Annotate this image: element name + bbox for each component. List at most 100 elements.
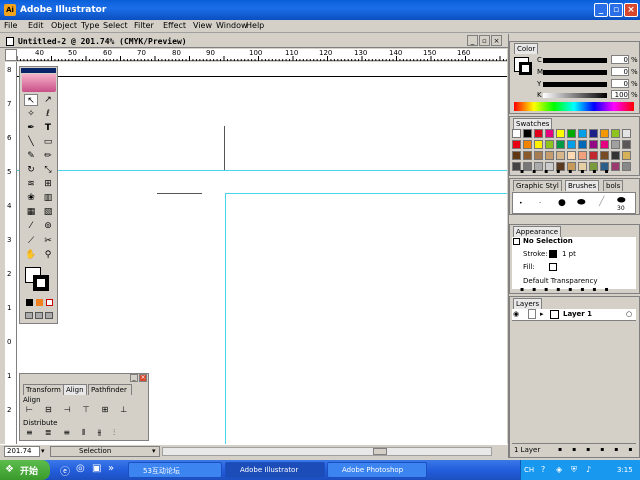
swatch[interactable]	[567, 151, 576, 160]
swatch[interactable]	[589, 151, 598, 160]
menu-window[interactable]: Window	[216, 21, 248, 30]
distribute-buttons-row[interactable]: ≡≣≡⫴⫵⫶	[26, 428, 144, 438]
layers-panel-buttons[interactable]: ▪▪▪▪▪▪	[558, 446, 640, 453]
rotate-tool-icon[interactable]: ↻	[24, 164, 38, 176]
zoom-dropdown-icon[interactable]: ▾	[41, 447, 45, 455]
swatch[interactable]	[534, 140, 543, 149]
swatch[interactable]	[556, 129, 565, 138]
status-dropdown-icon[interactable]: ▾	[152, 447, 156, 455]
tab-swatches[interactable]: Swatches	[513, 118, 553, 129]
horizontal-guide[interactable]	[17, 170, 507, 171]
selection-tool-icon[interactable]: ↖	[24, 94, 38, 106]
brush-stroke-icon[interactable]: ╱	[599, 197, 604, 207]
scissors-tool-icon[interactable]: ✂	[41, 235, 55, 247]
tray-security-icon[interactable]: ⛨	[571, 465, 577, 475]
tab-pathfinder[interactable]: Pathfinder	[88, 384, 132, 395]
taskbar-button-illustrator[interactable]: Adobe Illustrator	[225, 462, 325, 478]
pencil-tool-icon[interactable]: ✏	[41, 150, 55, 162]
layer-name[interactable]: Layer 1	[563, 310, 592, 318]
swatch[interactable]	[534, 151, 543, 160]
swatch[interactable]	[600, 129, 609, 138]
warp-tool-icon[interactable]: ≋	[24, 178, 38, 190]
mesh-tool-icon[interactable]: ▦	[24, 206, 38, 218]
gradient-mode-button[interactable]	[36, 299, 43, 306]
appearance-panel-buttons[interactable]: ▪▪▪▪▪▪▪▪	[520, 286, 630, 293]
appearance-list[interactable]: No Selection Stroke: 1 pt Fill: Default …	[512, 237, 636, 289]
tools-panel-grip[interactable]	[21, 68, 56, 73]
horizontal-scrollbar[interactable]	[162, 447, 492, 456]
swatch[interactable]	[556, 151, 565, 160]
symbol-sprayer-tool-icon[interactable]: ❀	[24, 192, 38, 204]
swatch[interactable]	[523, 129, 532, 138]
swatch[interactable]	[622, 151, 631, 160]
direct-selection-tool-icon[interactable]: ↗	[41, 94, 55, 106]
align-panel-close-button[interactable]: ×	[139, 374, 147, 382]
swatch[interactable]	[512, 151, 521, 160]
swatch[interactable]	[523, 140, 532, 149]
channel-c-slider[interactable]	[543, 58, 607, 63]
screen-mode-full-menu-button[interactable]	[35, 312, 43, 319]
color-mode-button[interactable]	[26, 299, 33, 306]
menu-view[interactable]: View	[193, 21, 212, 30]
channel-m-value[interactable]: 0	[611, 67, 629, 76]
zoom-tool-icon[interactable]: ⚲	[41, 249, 55, 261]
swatch[interactable]	[567, 129, 576, 138]
tab-graphic-styles[interactable]: Graphic Styl	[513, 180, 562, 191]
channel-y-slider[interactable]	[543, 82, 607, 87]
color-stroke-swatch[interactable]	[519, 62, 532, 75]
swatch[interactable]	[567, 140, 576, 149]
doc-close-button[interactable]: ×	[491, 35, 502, 46]
tray-help-icon[interactable]: ?	[541, 465, 545, 474]
menu-effect[interactable]: Effect	[163, 21, 186, 30]
tab-color[interactable]: Color	[514, 43, 539, 54]
paintbrush-tool-icon[interactable]: ✎	[24, 150, 38, 162]
screen-mode-full-button[interactable]	[45, 312, 53, 319]
channel-k-slider[interactable]	[543, 93, 607, 98]
eyedropper-tool-icon[interactable]: ⁄	[24, 220, 38, 232]
horizontal-scroll-thumb[interactable]	[373, 448, 387, 455]
ruler-origin[interactable]	[5, 49, 17, 61]
ime-indicator[interactable]: CH	[524, 466, 534, 474]
tray-volume-icon[interactable]: ♪	[586, 465, 591, 474]
channel-y-value[interactable]: 0	[611, 79, 629, 88]
swatch[interactable]	[611, 129, 620, 138]
appearance-fill-swatch[interactable]	[549, 263, 557, 271]
brush-list[interactable]: • · ● ⬬ ╱ ⬬ 30	[512, 192, 636, 214]
tab-transform[interactable]: Transform	[23, 384, 64, 395]
graph-tool-icon[interactable]: ▥	[41, 192, 55, 204]
gradient-tool-icon[interactable]: ▧	[41, 206, 55, 218]
quicklaunch-desktop-icon[interactable]: ▣	[92, 463, 101, 474]
swatch[interactable]	[512, 140, 521, 149]
type-tool-icon[interactable]: T	[41, 122, 55, 134]
free-transform-tool-icon[interactable]: ⊞	[41, 178, 55, 190]
swatch[interactable]	[523, 151, 532, 160]
none-mode-button[interactable]	[46, 299, 53, 306]
scale-tool-icon[interactable]: ⤡	[41, 164, 55, 176]
line-tool-icon[interactable]: ╲	[24, 136, 38, 148]
tab-appearance[interactable]: Appearance	[513, 226, 562, 237]
doc-restore-button[interactable]: ▫	[479, 35, 490, 46]
page-boundary-guide[interactable]	[225, 193, 507, 194]
color-spectrum-bar[interactable]	[514, 102, 634, 111]
pen-tool-icon[interactable]: ✒	[24, 122, 38, 134]
taskbar-button-forum[interactable]: 53互动论坛	[128, 462, 222, 478]
quicklaunch-browser-icon[interactable]: ◎	[76, 463, 85, 474]
menu-type[interactable]: Type	[81, 21, 99, 30]
brush-dot-icon[interactable]: •	[519, 200, 523, 207]
swatch[interactable]	[589, 140, 598, 149]
taskbar-button-photoshop[interactable]: Adobe Photoshop	[327, 462, 427, 478]
swatch[interactable]	[545, 140, 554, 149]
status-tool-field[interactable]: Selection	[50, 446, 160, 457]
brush-medium-icon[interactable]: ●	[558, 198, 566, 208]
channel-k-value[interactable]: 100	[611, 90, 629, 99]
zoom-field[interactable]: 201.74	[4, 446, 40, 457]
swatch[interactable]	[578, 129, 587, 138]
lock-toggle[interactable]	[528, 309, 536, 319]
swatch[interactable]	[534, 129, 543, 138]
brush-oval-icon[interactable]: ⬬	[577, 197, 586, 208]
tray-network-icon[interactable]: ◈	[556, 465, 562, 474]
rectangle-tool-icon[interactable]: ▭	[41, 136, 55, 148]
menu-filter[interactable]: Filter	[134, 21, 154, 30]
swatch[interactable]	[622, 140, 631, 149]
swatch[interactable]	[512, 129, 521, 138]
